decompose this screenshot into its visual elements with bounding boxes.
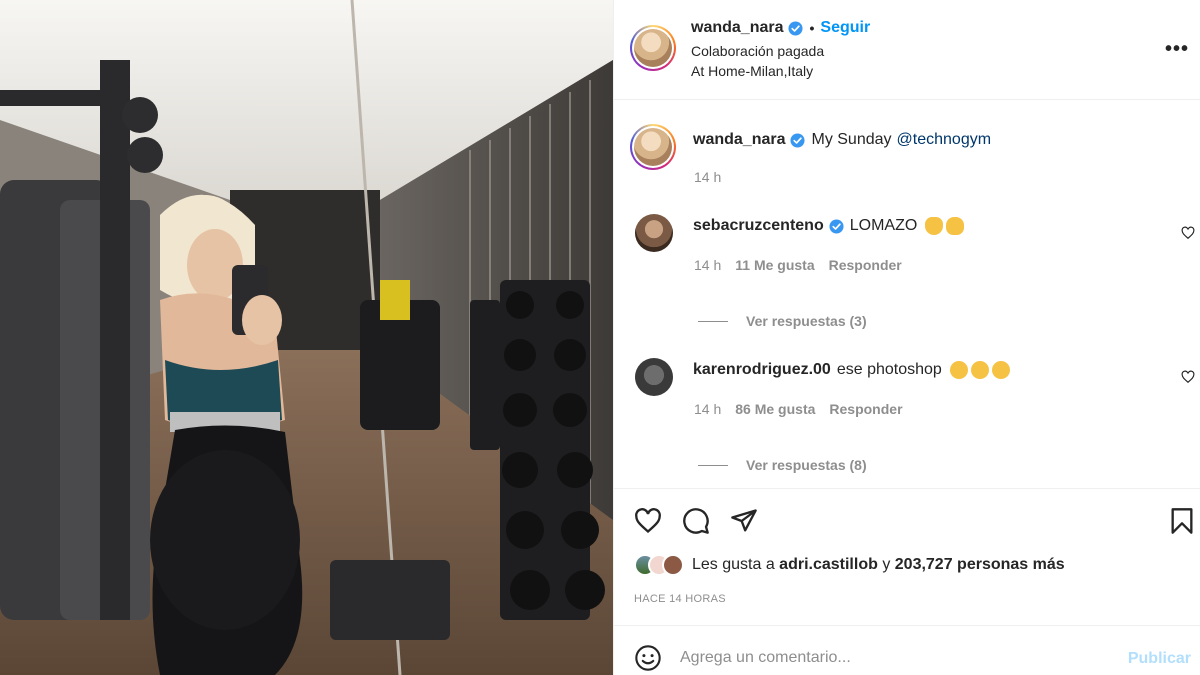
view-replies-label: Ver respuestas (3) <box>746 313 867 329</box>
caption-time: 14 h <box>694 169 722 185</box>
comment-username[interactable]: sebacruzcenteno <box>693 217 824 235</box>
verified-badge-icon <box>829 218 844 234</box>
comment-line: karenrodriguez.00 ese photoshop <box>693 361 1010 379</box>
laughing-tears-icon <box>970 361 989 379</box>
view-replies-label: Ver respuestas (8) <box>746 457 867 473</box>
gym-selfie-image <box>0 0 613 675</box>
post-photo[interactable] <box>0 0 613 675</box>
comment-bubble-icon[interactable] <box>682 507 710 535</box>
comment-input[interactable] <box>680 644 1120 672</box>
liker-username-link[interactable]: adri.castillob <box>779 556 878 573</box>
likes-summary: Les gusta a adri.castillob y 203,727 per… <box>634 554 1065 576</box>
comment-time: 14 h <box>694 257 722 273</box>
location-link[interactable]: At Home-Milan,Italy <box>691 63 813 79</box>
caption-text: My Sunday <box>811 131 892 148</box>
view-replies-button[interactable]: Ver respuestas (3) <box>698 313 867 329</box>
emoji-smiley-icon[interactable] <box>634 644 662 672</box>
view-replies-button[interactable]: Ver respuestas (8) <box>698 457 867 473</box>
add-comment-bar: Publicar <box>614 625 1200 675</box>
caption-mention-link[interactable]: @technogym <box>897 131 992 149</box>
raising-hands-icon <box>946 217 965 235</box>
comment-likes-count[interactable]: 11 Me gusta <box>735 257 814 273</box>
reply-button[interactable]: Responder <box>829 401 902 417</box>
reply-button[interactable]: Responder <box>829 257 902 273</box>
comment-like-heart-icon[interactable] <box>1181 370 1195 384</box>
likes-count-link[interactable]: 203,727 personas más <box>895 556 1065 573</box>
commenter-avatar[interactable] <box>635 358 673 396</box>
comment-like-heart-icon[interactable] <box>1181 226 1195 240</box>
caption-avatar[interactable] <box>630 124 676 170</box>
publish-button[interactable]: Publicar <box>1128 650 1191 668</box>
comment-line: sebacruzcenteno LOMAZO <box>693 217 965 235</box>
comment-text: LOMAZO <box>849 217 918 234</box>
likes-text: Les gusta a adri.castillob y 203,727 per… <box>692 556 1065 574</box>
follow-button[interactable]: Seguir <box>820 19 870 37</box>
comment-time: 14 h <box>694 401 722 417</box>
comment-username[interactable]: karenrodriguez.00 <box>693 361 831 379</box>
laughing-tears-icon <box>949 361 968 379</box>
liker-avatar <box>662 554 684 576</box>
caption-username[interactable]: wanda_nara <box>693 131 785 149</box>
clapping-hands-icon <box>925 217 944 235</box>
comment-meta: 14 h 86 Me gusta Responder <box>694 401 903 417</box>
post-timestamp[interactable]: HACE 14 HORAS <box>634 593 726 605</box>
share-paper-plane-icon[interactable] <box>730 507 758 535</box>
replies-divider <box>698 464 728 466</box>
likes-connector: y <box>877 556 895 573</box>
author-name-row: wanda_nara • Seguir <box>691 19 870 37</box>
paid-partnership-label[interactable]: Colaboración pagada <box>691 43 824 59</box>
verified-badge-icon <box>788 20 804 36</box>
verified-badge-icon <box>790 132 806 148</box>
post-header: wanda_nara • Seguir Colaboración pagada … <box>614 0 1200 100</box>
separator-dot: • <box>809 20 815 36</box>
action-bar <box>614 488 1200 548</box>
more-options-icon[interactable]: ••• <box>1165 38 1189 61</box>
save-bookmark-icon[interactable] <box>1168 507 1196 535</box>
likes-prefix: Les gusta a <box>692 556 780 573</box>
comment-likes-count[interactable]: 86 Me gusta <box>735 401 815 417</box>
like-heart-icon[interactable] <box>634 507 662 535</box>
comment-text: ese photoshop <box>836 361 942 378</box>
author-username[interactable]: wanda_nara <box>691 19 783 37</box>
commenter-avatar[interactable] <box>635 214 673 252</box>
replies-divider <box>698 320 728 322</box>
comment-meta: 14 h 11 Me gusta Responder <box>694 257 902 273</box>
laughing-tears-icon <box>991 361 1010 379</box>
author-avatar[interactable] <box>630 25 676 71</box>
caption-line: wanda_nara My Sunday @technogym <box>693 131 991 149</box>
post-details-panel: wanda_nara • Seguir Colaboración pagada … <box>613 0 1200 675</box>
